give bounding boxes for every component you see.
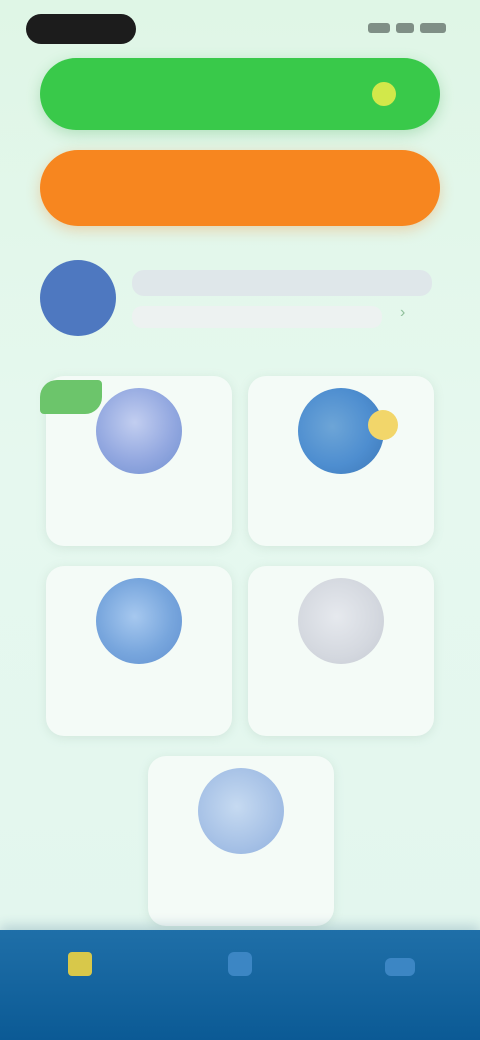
avatar [40,260,116,336]
status-time [26,14,136,44]
nav-right-icon [385,958,415,976]
feature-tile[interactable] [46,566,232,736]
feature-tile[interactable] [248,566,434,736]
nav-item-right[interactable] [330,944,470,1024]
status-bar [0,0,480,56]
profile-card[interactable]: › [40,254,440,344]
profile-subtitle [132,306,382,328]
battery-icon [420,23,446,33]
feature-tile[interactable] [148,756,334,926]
wifi-icon [396,23,414,33]
feature-5-icon [198,768,284,854]
feature-1-icon [96,388,182,474]
chevron-right-icon: › [400,304,406,321]
feature-tile[interactable] [248,376,434,546]
feature-3-icon [96,578,182,664]
signal-icon [368,23,390,33]
home-icon [68,952,92,976]
secondary-action-button[interactable] [40,150,440,226]
feature-4-icon [298,578,384,664]
status-dot-icon [372,82,396,106]
nav-item-home[interactable] [10,944,150,1024]
status-icons [356,20,446,36]
nav-item-middle[interactable] [170,944,310,1024]
new-badge [40,380,102,414]
profile-name [132,270,432,296]
nav-middle-icon [228,952,252,976]
feature-2-accent-icon [368,410,398,440]
primary-action-button[interactable] [40,58,440,130]
bottom-nav [0,930,480,1040]
